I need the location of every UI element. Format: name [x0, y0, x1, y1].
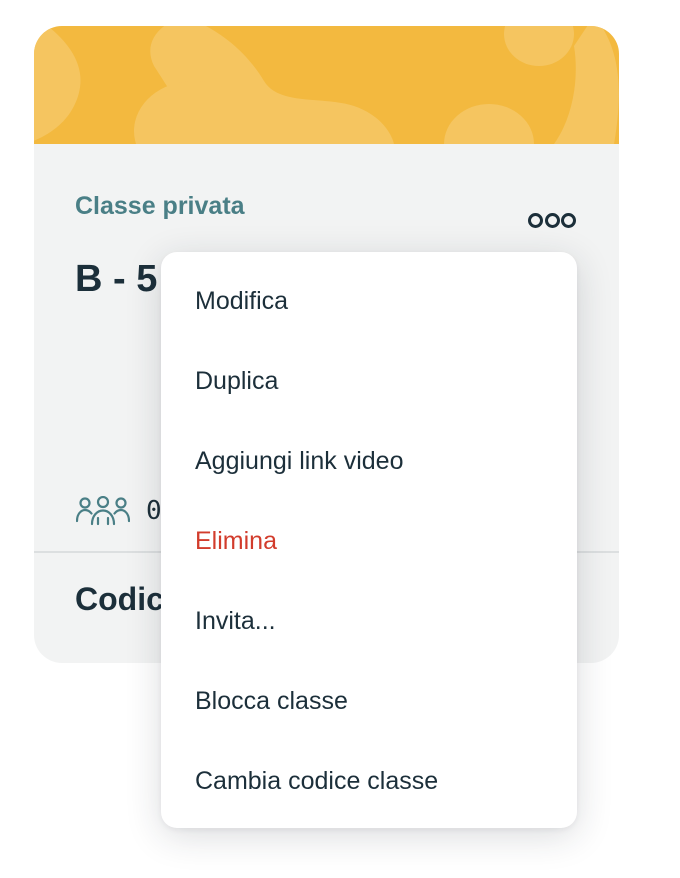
more-options-button[interactable]	[528, 206, 576, 234]
menu-item-invita[interactable]: Invita...	[195, 601, 565, 641]
class-code-label: Codic	[75, 581, 164, 617]
menu-item-modifica[interactable]: Modifica	[195, 281, 565, 321]
menu-item-cambia-codice-classe[interactable]: Cambia codice classe	[195, 761, 565, 801]
people-group-icon	[76, 496, 130, 526]
class-type-label: Classe privata	[75, 192, 245, 220]
menu-item-duplica[interactable]: Duplica	[195, 361, 565, 401]
class-options-menu: Modifica Duplica Aggiungi link video Eli…	[161, 252, 577, 828]
more-horizontal-icon	[528, 212, 543, 228]
banner-pattern	[34, 26, 619, 144]
class-name: B - 5	[75, 258, 158, 300]
menu-item-aggiungi-link-video[interactable]: Aggiungi link video	[195, 441, 565, 481]
students-count: 0	[146, 496, 162, 526]
more-dot	[561, 212, 576, 228]
menu-item-blocca-classe[interactable]: Blocca classe	[195, 681, 565, 721]
card-banner	[34, 26, 619, 144]
more-dot	[544, 212, 560, 228]
menu-item-elimina[interactable]: Elimina	[195, 521, 565, 561]
